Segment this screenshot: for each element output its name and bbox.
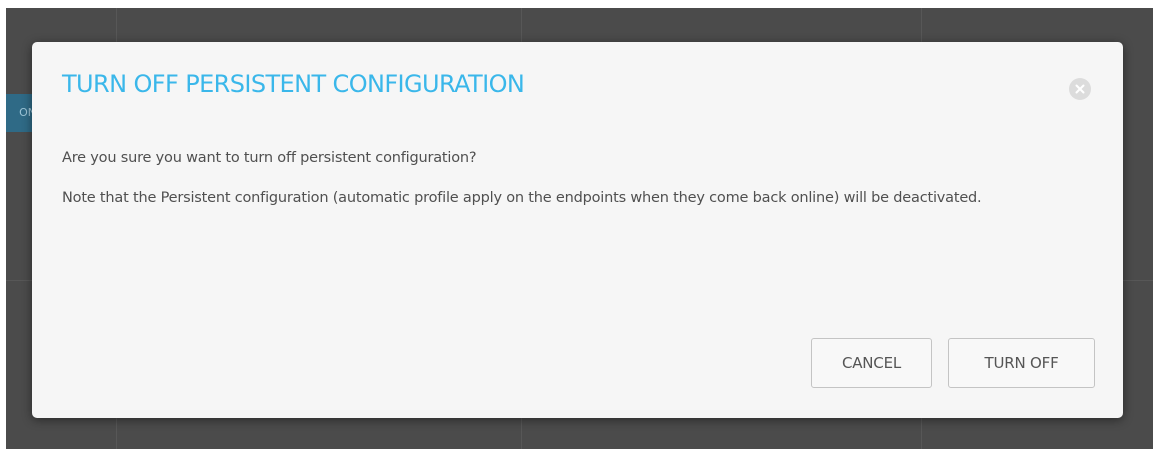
dialog-note: Note that the Persistent configuration (… xyxy=(62,190,982,206)
close-icon[interactable] xyxy=(1069,78,1091,100)
confirm-dialog: TURN OFF PERSISTENT CONFIGURATION Are yo… xyxy=(32,42,1123,418)
dialog-question: Are you sure you want to turn off persis… xyxy=(62,150,477,166)
dialog-body: Are you sure you want to turn off persis… xyxy=(62,146,1092,226)
dialog-title: TURN OFF PERSISTENT CONFIGURATION xyxy=(62,70,525,98)
turn-off-button[interactable]: TURN OFF xyxy=(948,338,1095,388)
cancel-button[interactable]: CANCEL xyxy=(811,338,932,388)
